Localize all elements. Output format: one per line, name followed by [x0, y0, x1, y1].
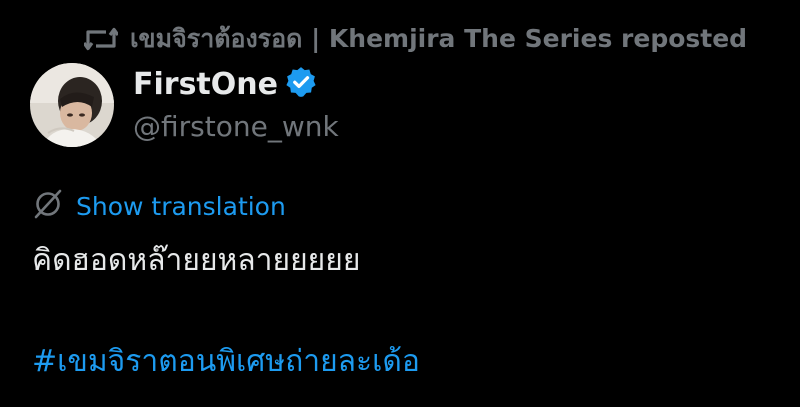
author-handle[interactable]: @firstone_wnk [133, 110, 339, 143]
translate-globe-icon [32, 188, 64, 224]
repost-label: เขมจิราต้องรอด | Khemjira The Series rep… [130, 24, 748, 53]
author-display-name[interactable]: FirstOne [133, 67, 278, 102]
repost-icon [84, 24, 118, 54]
author-name-row[interactable]: FirstOne [133, 64, 318, 104]
show-translation-button[interactable]: Show translation [32, 189, 286, 223]
profile-photo [30, 63, 114, 147]
post-hashtag-link[interactable]: #เขมจิราตอนพิเศษถ่ายละเด้อ [32, 338, 420, 385]
repost-context[interactable]: เขมจิราต้องรอด | Khemjira The Series rep… [84, 22, 747, 56]
post-text: คิดฮอดหล๊ายยหลายยยยย [32, 243, 361, 278]
show-translation-label[interactable]: Show translation [76, 192, 286, 221]
avatar[interactable] [30, 63, 114, 147]
verified-badge-icon[interactable] [284, 65, 318, 103]
